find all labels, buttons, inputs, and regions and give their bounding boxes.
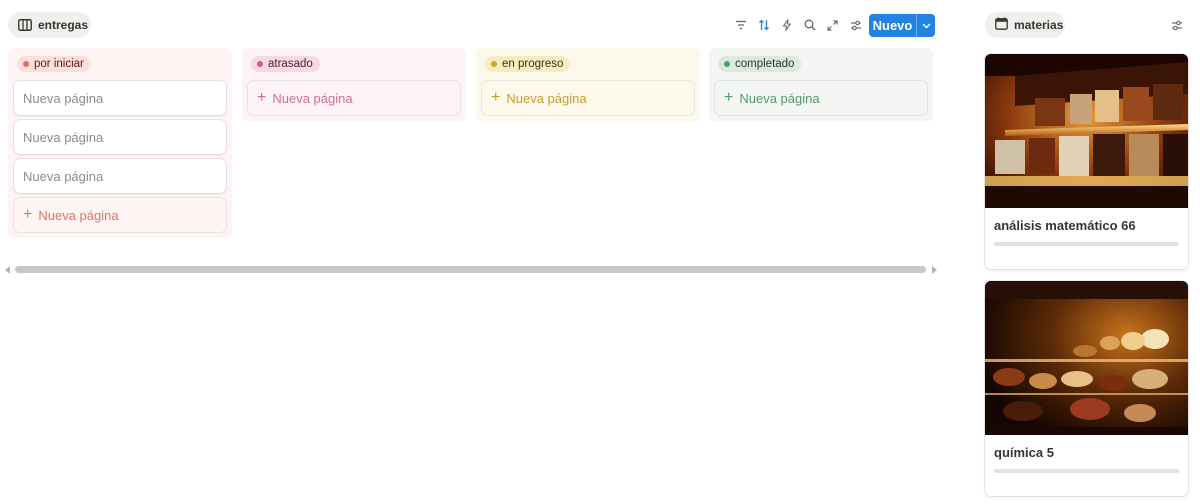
scroll-right-arrow-icon[interactable]: [932, 266, 937, 274]
new-button[interactable]: Nuevo: [869, 14, 935, 37]
add-page-label: Nueva página: [272, 90, 353, 106]
filter-icon[interactable]: [729, 14, 752, 36]
board-column-en-progreso: en progreso + Nueva página: [476, 48, 700, 121]
scrollbar-thumb[interactable]: [15, 266, 926, 273]
calendar-icon: [995, 17, 1008, 33]
card-title: Nueva página: [23, 129, 104, 145]
add-page-label: Nueva página: [506, 90, 587, 106]
card-title: Nueva página: [23, 90, 104, 106]
status-dot: [23, 61, 29, 67]
column-header: por iniciar: [14, 54, 226, 74]
status-badge[interactable]: en progreso: [485, 56, 571, 72]
chevron-down-icon[interactable]: [916, 14, 935, 37]
status-label: completado: [735, 58, 795, 70]
status-label: en progreso: [502, 58, 564, 70]
new-button-label[interactable]: Nuevo: [869, 14, 916, 37]
plus-icon: +: [257, 89, 267, 106]
board-column-completado: completado + Nueva página: [709, 48, 933, 121]
board-card[interactable]: Nueva página: [14, 120, 226, 154]
gallery-card-title: análisis matemático 66: [994, 217, 1136, 233]
board-icon: [18, 19, 32, 31]
horizontal-scrollbar[interactable]: [4, 264, 938, 276]
add-page-button[interactable]: + Nueva página: [482, 81, 694, 115]
cover-image: [985, 54, 1188, 208]
add-page-label: Nueva página: [38, 207, 119, 223]
status-dot: [724, 61, 730, 67]
gallery-card[interactable]: análisis matemático 66: [985, 54, 1188, 269]
status-label: por iniciar: [34, 58, 84, 70]
search-icon[interactable]: [798, 14, 821, 36]
gallery-card-title: química 5: [994, 444, 1054, 460]
settings-icon[interactable]: [1166, 14, 1188, 36]
progress-bar: [994, 242, 1179, 246]
card-title: Nueva página: [23, 168, 104, 184]
status-badge[interactable]: completado: [718, 56, 802, 72]
progress-bar: [994, 469, 1179, 473]
board-toolbar: [729, 14, 867, 36]
expand-icon[interactable]: [821, 14, 844, 36]
view-tab-label: materias: [1014, 18, 1064, 32]
view-tab-entregas[interactable]: entregas: [8, 12, 91, 38]
add-page-button[interactable]: + Nueva página: [715, 81, 927, 115]
sort-icon[interactable]: [752, 14, 775, 36]
status-dot: [491, 61, 497, 67]
settings-icon[interactable]: [844, 14, 867, 36]
add-page-button[interactable]: + Nueva página: [14, 198, 226, 232]
plus-icon: +: [724, 89, 734, 106]
board-card[interactable]: Nueva página: [14, 81, 226, 115]
column-header: atrasado: [248, 54, 460, 74]
gallery-card[interactable]: química 5: [985, 281, 1188, 496]
status-label: atrasado: [268, 58, 313, 70]
board-column-atrasado: atrasado + Nueva página: [242, 48, 466, 121]
board-card[interactable]: Nueva página: [14, 159, 226, 193]
scroll-left-arrow-icon[interactable]: [5, 266, 10, 274]
status-badge[interactable]: atrasado: [251, 56, 320, 72]
plus-icon: +: [23, 206, 33, 223]
view-tab-materias[interactable]: materias: [985, 12, 1065, 38]
column-header: en progreso: [482, 54, 694, 74]
status-badge[interactable]: por iniciar: [17, 56, 91, 72]
status-dot: [257, 61, 263, 67]
board-column-por-iniciar: por iniciar Nueva página Nueva página Nu…: [8, 48, 232, 238]
column-header: completado: [715, 54, 927, 74]
view-tab-label: entregas: [38, 18, 89, 32]
cover-image: [985, 281, 1188, 435]
add-page-button[interactable]: + Nueva página: [248, 81, 460, 115]
automation-icon[interactable]: [775, 14, 798, 36]
add-page-label: Nueva página: [739, 90, 820, 106]
plus-icon: +: [491, 89, 501, 106]
